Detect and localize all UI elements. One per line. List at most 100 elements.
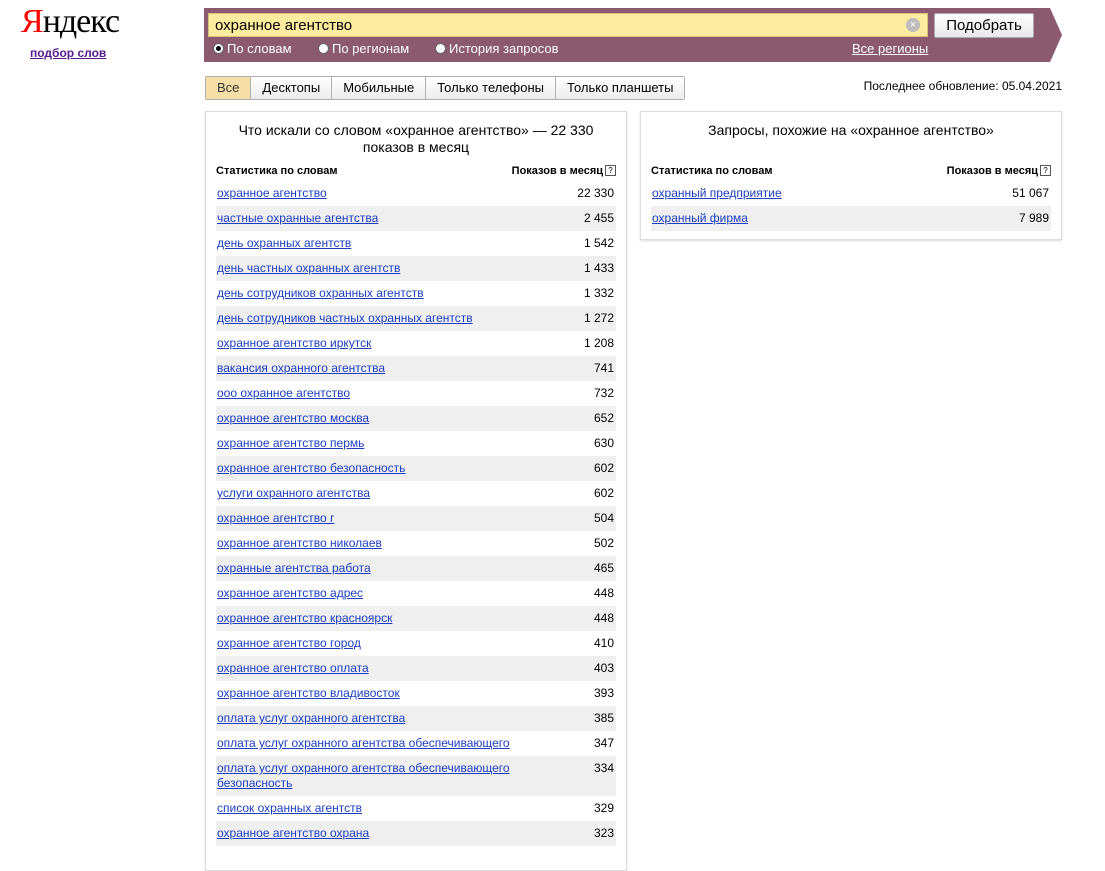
logo-rest: ндекс bbox=[42, 3, 120, 40]
left-column-header: Статистика по словам Показов в месяц? bbox=[216, 165, 616, 179]
radio-icon bbox=[435, 43, 446, 54]
col-shows-label: Показов в месяц bbox=[511, 165, 603, 177]
table-row: услуги охранного агентства 602 bbox=[216, 481, 616, 506]
query-link[interactable]: день сотрудников частных охранных агентс… bbox=[217, 311, 473, 325]
shows-count: 347 bbox=[593, 736, 614, 750]
shows-count: 403 bbox=[593, 661, 614, 675]
tab-phones-only[interactable]: Только телефоны bbox=[426, 77, 557, 99]
shows-count: 465 bbox=[593, 561, 614, 575]
col-shows-label: Показов в месяц bbox=[946, 165, 1038, 177]
query-link[interactable]: охранное агентство город bbox=[217, 636, 361, 650]
shows-count: 1 272 bbox=[583, 311, 614, 325]
tab-mobile[interactable]: Мобильные bbox=[332, 77, 427, 99]
radio-by-words[interactable]: По словам bbox=[213, 41, 292, 59]
right-panel-title: Запросы, похожие на «охранное агентство» bbox=[708, 122, 994, 138]
radio-label: По регионам bbox=[332, 41, 410, 56]
wordstat-link[interactable]: подбор слов bbox=[30, 46, 106, 60]
query-link[interactable]: охранное агентство адрес bbox=[217, 586, 363, 600]
query-link[interactable]: охранное агентство москва bbox=[217, 411, 369, 425]
query-link[interactable]: охранные агентства работа bbox=[217, 561, 371, 575]
shows-count: 393 bbox=[593, 686, 614, 700]
search-band-arrow bbox=[1050, 8, 1062, 62]
table-row: день сотрудников частных охранных агентс… bbox=[216, 306, 616, 331]
radio-icon bbox=[318, 43, 329, 54]
table-row: вакансия охранного агентства 741 bbox=[216, 356, 616, 381]
tab-all[interactable]: Все bbox=[206, 77, 252, 99]
shows-count: 7 989 bbox=[1018, 211, 1049, 225]
table-row: день частных охранных агентств 1 433 bbox=[216, 256, 616, 281]
clear-icon[interactable]: × bbox=[906, 18, 920, 32]
query-link[interactable]: ооо охранное агентство bbox=[217, 386, 350, 400]
shows-count: 652 bbox=[593, 411, 614, 425]
shows-count: 504 bbox=[593, 511, 614, 525]
all-regions-link[interactable]: Все регионы bbox=[852, 41, 928, 56]
shows-count: 334 bbox=[593, 761, 614, 775]
query-link[interactable]: охранное агентство г bbox=[217, 511, 334, 525]
table-row: частные охранные агентства 2 455 bbox=[216, 206, 616, 231]
shows-count: 741 bbox=[593, 361, 614, 375]
shows-count: 1 332 bbox=[583, 286, 614, 300]
query-link[interactable]: вакансия охранного агентства bbox=[217, 361, 385, 375]
query-link[interactable]: оплата услуг охранного агентства bbox=[217, 711, 405, 725]
shows-count: 448 bbox=[593, 586, 614, 600]
tab-tablets-only[interactable]: Только планшеты bbox=[556, 77, 685, 99]
table-row: охранное агентство иркутск 1 208 bbox=[216, 331, 616, 356]
query-link[interactable]: охранный предприятие bbox=[652, 186, 782, 200]
shows-count: 448 bbox=[593, 611, 614, 625]
tab-desktops[interactable]: Десктопы bbox=[251, 77, 333, 99]
table-row: оплата услуг охранного агентства обеспеч… bbox=[216, 731, 616, 756]
table-row: охранное агентство 22 330 bbox=[216, 181, 616, 206]
logo-first-letter: Я bbox=[21, 3, 44, 40]
query-link[interactable]: охранное агентство оплата bbox=[217, 661, 369, 675]
table-row: оплата услуг охранного агентства 385 bbox=[216, 706, 616, 731]
submit-button[interactable]: Подобрать bbox=[934, 13, 1034, 38]
shows-count: 323 bbox=[593, 826, 614, 840]
shows-count: 630 bbox=[593, 436, 614, 450]
table-row: список охранных агентств 329 bbox=[216, 796, 616, 821]
table-row: охранное агентство безопасность 602 bbox=[216, 456, 616, 481]
query-link[interactable]: охранное агентство владивосток bbox=[217, 686, 400, 700]
table-row: охранный фирма 7 989 bbox=[651, 206, 1051, 231]
query-link[interactable]: охранное агентство красноярск bbox=[217, 611, 392, 625]
query-link[interactable]: охранное агентство пермь bbox=[217, 436, 364, 450]
query-link[interactable]: охранное агентство охрана bbox=[217, 826, 369, 840]
search-input[interactable] bbox=[209, 14, 911, 36]
table-row: охранное агентство владивосток 393 bbox=[216, 681, 616, 706]
query-link[interactable]: услуги охранного агентства bbox=[217, 486, 370, 500]
table-row: охранное агентство охрана 323 bbox=[216, 821, 616, 846]
query-link[interactable]: частные охранные агентства bbox=[217, 211, 378, 225]
table-row: охранные агентства работа 465 bbox=[216, 556, 616, 581]
query-link[interactable]: день частных охранных агентств bbox=[217, 261, 400, 275]
help-icon[interactable]: ? bbox=[605, 165, 616, 176]
radio-by-regions[interactable]: По регионам bbox=[318, 41, 409, 59]
query-link[interactable]: список охранных агентств bbox=[217, 801, 362, 815]
shows-count: 2 455 bbox=[583, 211, 614, 225]
query-link[interactable]: день сотрудников охранных агентств bbox=[217, 286, 424, 300]
shows-count: 329 bbox=[593, 801, 614, 815]
query-link[interactable]: охранное агентство иркутск bbox=[217, 336, 371, 350]
query-link[interactable]: оплата услуг охранного агентства обеспеч… bbox=[217, 761, 510, 790]
yandex-logo[interactable]: Яндекс bbox=[21, 2, 120, 42]
radio-history[interactable]: История запросов bbox=[435, 41, 559, 59]
query-link[interactable]: охранное агентство безопасность bbox=[217, 461, 405, 475]
query-link[interactable]: день охранных агентств bbox=[217, 236, 351, 250]
table-row: охранное агентство пермь 630 bbox=[216, 431, 616, 456]
right-panel: Запросы, похожие на «охранное агентство»… bbox=[640, 111, 1062, 240]
radio-label: История запросов bbox=[449, 41, 559, 56]
right-column-header: Статистика по словам Показов в месяц? bbox=[651, 165, 1051, 179]
table-row: оплата услуг охранного агентства обеспеч… bbox=[216, 756, 616, 796]
table-row: ооо охранное агентство 732 bbox=[216, 381, 616, 406]
radio-label: По словам bbox=[227, 41, 292, 56]
query-link[interactable]: охранное агентство bbox=[217, 186, 327, 200]
table-row: охранное агентство москва 652 bbox=[216, 406, 616, 431]
shows-count: 1 208 bbox=[583, 336, 614, 350]
search-input-wrapper: × bbox=[208, 13, 928, 37]
query-link[interactable]: оплата услуг охранного агентства обеспеч… bbox=[217, 736, 510, 750]
left-panel: Что искали со словом «охранное агентство… bbox=[205, 111, 627, 871]
shows-count: 602 bbox=[593, 461, 614, 475]
help-icon[interactable]: ? bbox=[1040, 165, 1051, 176]
query-link[interactable]: охранное агентство николаев bbox=[217, 536, 382, 550]
last-update: Последнее обновление: 05.04.2021 bbox=[863, 79, 1062, 93]
shows-count: 602 bbox=[593, 486, 614, 500]
query-link[interactable]: охранный фирма bbox=[652, 211, 748, 225]
